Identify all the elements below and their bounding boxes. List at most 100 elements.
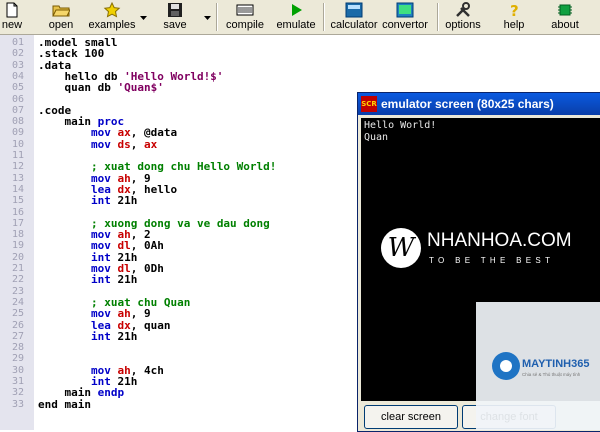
code-line[interactable]: 21 mov dl, 0Dh [0,263,164,275]
calculator-button[interactable]: calculator [330,2,378,32]
line-text: main endp [38,386,125,400]
help-button-label: help [503,19,525,31]
examples-dropdown-icon[interactable] [140,14,147,21]
chip-icon [558,4,572,16]
code-line[interactable]: 29 [0,353,34,364]
watermark-brand: NHANHOA.COM [427,230,572,251]
overlay-brand: MAYTINH365 [522,358,590,370]
code-line[interactable]: 19 mov dl, 0Ah [0,240,164,252]
line-text: quan db 'Quan$' [38,81,164,95]
emulator-title-bar[interactable]: SCR emulator screen (80x25 chars) [358,93,600,115]
emulator-title: emulator screen (80x25 chars) [381,97,554,111]
play-icon [292,4,302,16]
save-dropdown-icon[interactable] [204,14,211,21]
calculator-icon [345,2,363,18]
code-line[interactable]: 22 int 21h [0,274,137,286]
code-line[interactable]: 12 ; xuat dong chu Hello World! [0,161,276,173]
line-number: 27 [12,330,25,342]
line-number: 23 [12,285,25,297]
line-number: 01 [12,37,25,48]
code-line[interactable]: 06 [0,94,34,105]
code-line[interactable]: 25 mov ah, 9 [0,308,151,320]
code-line[interactable]: 03 .data [0,59,71,71]
save-button[interactable]: save [163,2,187,32]
code-line[interactable]: 30 mov ah, 4ch [0,364,164,376]
line-number: 24 [12,296,25,308]
line-number: 17 [12,217,25,229]
code-line[interactable]: 08 main proc [0,116,124,128]
code-line[interactable]: 32 main endp [0,387,124,399]
compile-button[interactable]: compile [226,2,264,32]
clear-screen-button[interactable]: clear screen [364,405,458,429]
line-number: 16 [12,206,25,218]
code-line[interactable]: 18 mov ah, 2 [0,229,151,241]
line-number: 04 [12,70,25,82]
code-line[interactable]: 07 .code [0,104,71,116]
code-line[interactable]: 02 .stack 100 [0,48,104,60]
options-button[interactable]: options [445,2,481,32]
code-line[interactable]: 10 mov ds, ax [0,138,157,150]
code-line[interactable]: 24 ; xuat chu Quan [0,296,190,308]
emulator-app-icon: SCR [361,96,377,112]
line-number: 32 [12,387,25,399]
star-icon [103,2,121,18]
code-line[interactable]: 04 hello db 'Hello World!$' [0,70,223,83]
convertor-icon [396,2,414,18]
code-line[interactable]: 01 .model small [0,37,117,49]
toolbar-separator [323,3,325,31]
code-line[interactable]: 15 int 21h [0,195,137,207]
line-number: 33 [12,398,25,410]
help-button[interactable]: ? help [502,2,526,32]
tools-icon [456,2,470,17]
code-line[interactable]: 28 [0,342,34,353]
code-line[interactable]: 16 [0,207,34,218]
line-number: 18 [12,229,25,241]
line-number: 28 [12,342,25,354]
svg-text:?: ? [510,2,519,18]
toolbar-separator [216,3,218,31]
code-line[interactable]: 11 [0,150,34,161]
line-number: 20 [12,251,25,263]
line-text: ; xuat dong chu Hello World! [90,160,277,174]
line-number: 21 [12,263,25,274]
code-line[interactable]: 33 end main [0,398,91,410]
line-number: 08 [12,116,25,128]
new-button[interactable]: new [2,2,22,32]
code-line[interactable]: 26 lea dx, quan [0,319,170,331]
emulator-output-line: Hello World! [364,120,437,131]
line-number: 29 [12,353,25,365]
line-number: 30 [12,364,25,376]
code-line[interactable]: 31 int 21h [0,376,137,388]
code-line[interactable]: 23 [0,286,34,297]
line-number: 14 [12,183,25,195]
overlay-watermark: MAYTINH365 Chia sẻ & Thủ thuật máy tính [476,302,600,430]
code-line[interactable]: 13 mov ah, 9 [0,172,151,184]
line-number: 03 [12,59,25,71]
code-line[interactable]: 27 int 21h [0,330,137,342]
code-line[interactable]: 05 quan db 'Quan$' [0,82,164,94]
about-button-label: about [551,19,579,31]
about-button[interactable]: about [550,2,580,32]
floppy-disk-icon [168,3,182,17]
code-line[interactable]: 17 ; xuong dong va ve dau dong [0,217,270,229]
watermark-tagline: TO BE THE BEST [429,256,555,265]
convertor-button[interactable]: convertor [382,2,428,32]
code-line[interactable]: 20 int 21h [0,251,137,263]
open-button[interactable]: open [48,2,74,32]
line-number: 05 [12,82,25,94]
line-number: 12 [12,161,25,173]
compile-button-label: compile [226,19,264,31]
code-line[interactable]: 09 mov ax, @data [0,127,177,139]
examples-button-label: examples [88,19,136,31]
examples-button[interactable]: examples [88,2,136,32]
line-text: int 21h [90,194,138,208]
line-text: mov ds, ax [90,137,158,151]
open-folder-icon [52,5,70,17]
overlay-subtitle: Chia sẻ & Thủ thuật máy tính [522,372,581,377]
code-line[interactable]: 14 lea dx, hello [0,183,177,196]
save-button-label: save [163,19,187,31]
help-icon: ? [510,2,519,18]
line-number: 07 [12,104,25,116]
line-number: 25 [12,308,25,320]
emulate-button[interactable]: emulate [276,2,316,32]
